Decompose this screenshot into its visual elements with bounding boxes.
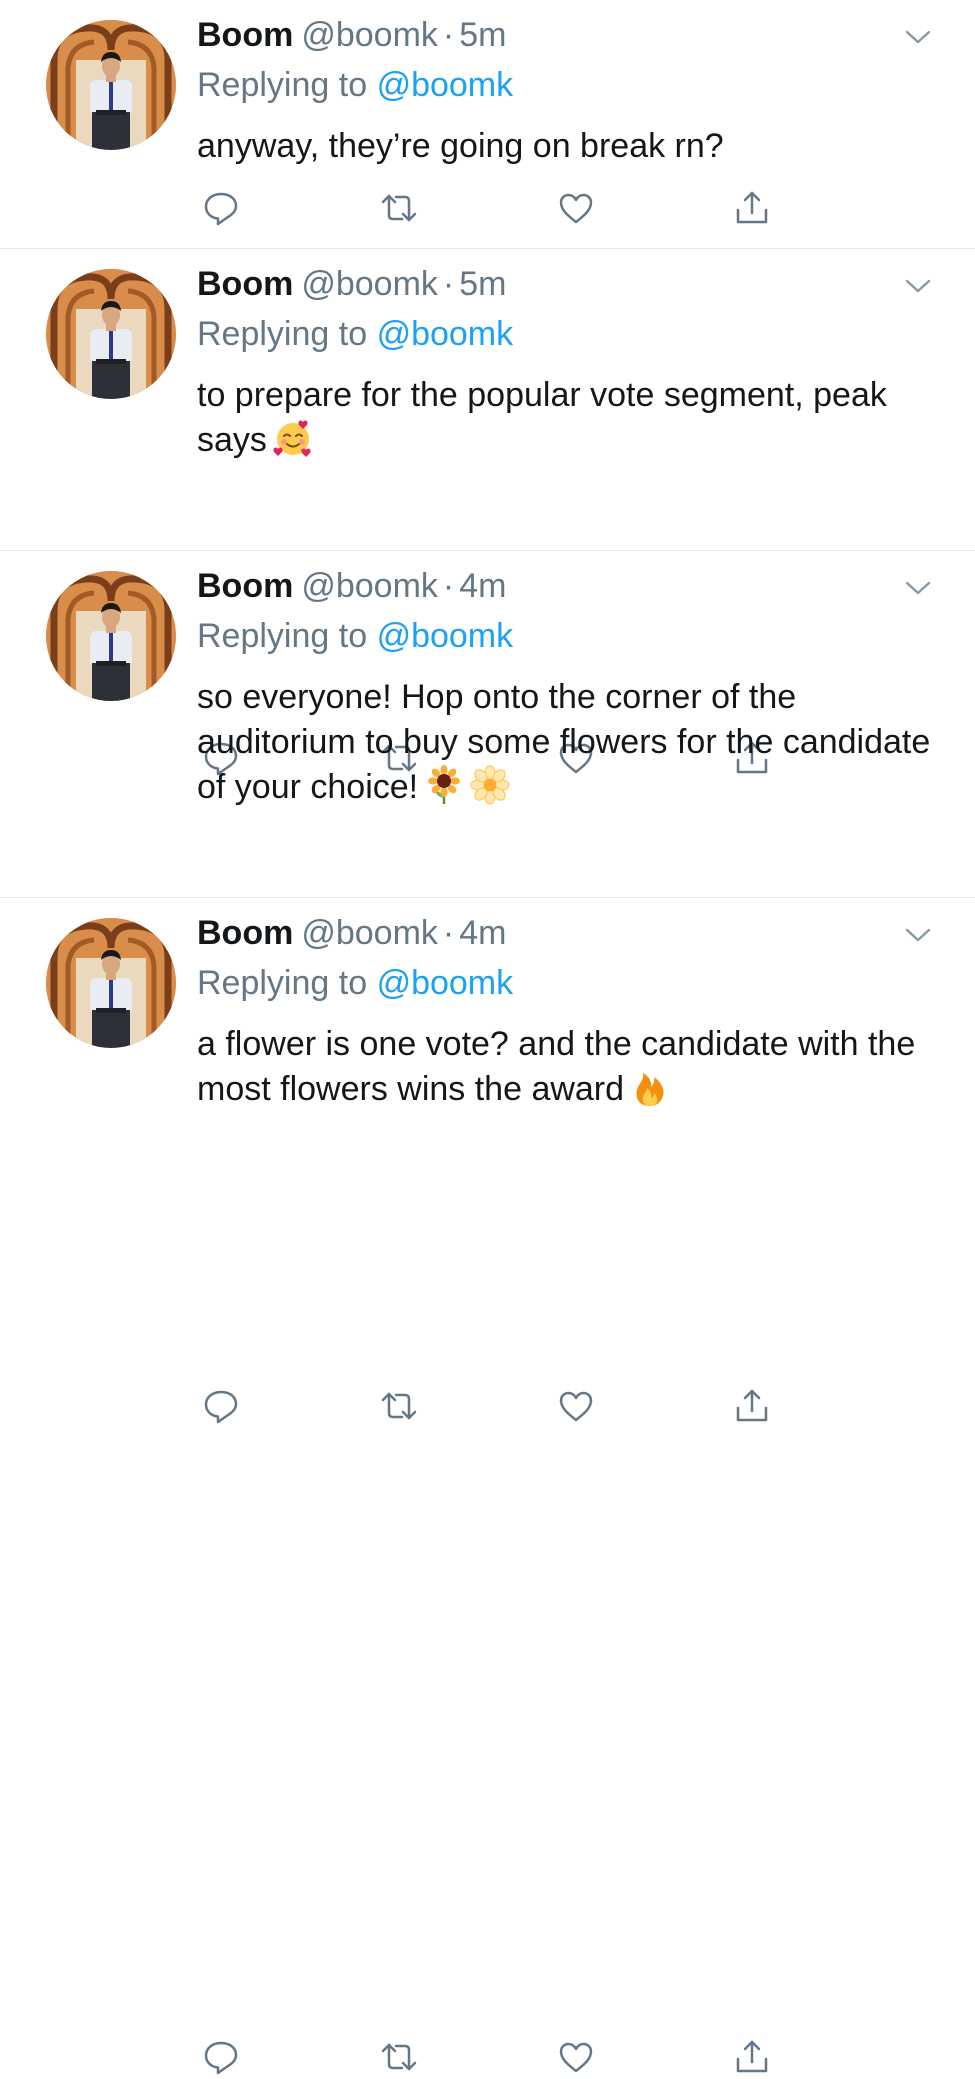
avatar[interactable] [46,20,176,150]
replying-to-label: Replying to [197,964,368,1002]
replying-to-handle[interactable]: @boomk [377,964,514,1002]
display-name[interactable]: Boom [197,265,293,303]
replying-to-handle[interactable]: @boomk [377,66,514,104]
share-button[interactable] [730,1384,774,1428]
action-bar [197,186,797,230]
tweet[interactable]: Boom @boomk · 5m Replying to @boomk anyway,… [0,0,975,249]
tweet-text-content: so everyone! Hop onto the corner of the … [197,678,931,806]
heart-icon [559,1391,593,1422]
replying-to: Replying to @boomk [197,962,513,1004]
separator: · [442,265,455,303]
share-icon [736,2040,768,2073]
timestamp[interactable]: 4m [459,914,506,952]
separator: · [442,914,455,952]
replying-to: Replying to @boomk [197,615,513,657]
retweet-button[interactable] [377,2035,421,2079]
share-button[interactable] [730,186,774,230]
chevron-down-icon[interactable] [903,22,933,52]
reply-button[interactable] [199,1384,243,1428]
reply-icon [204,2041,238,2075]
timestamp[interactable]: 4m [459,567,506,605]
replying-to: Replying to @boomk [197,64,513,106]
replying-to-handle[interactable]: @boomk [377,617,514,655]
separator: · [442,567,455,605]
tweet-text: so everyone! Hop onto the corner of the … [197,675,937,810]
tweet-header: Boom @boomk · 5m [197,263,506,305]
retweet-icon [381,1392,417,1420]
display-name[interactable]: Boom [197,567,293,605]
share-icon [736,1389,768,1422]
tweet-text: a flower is one vote? and the candidate … [197,1022,937,1112]
chevron-down-icon[interactable] [903,573,933,603]
separator: · [442,16,455,54]
fire-emoji [630,1067,670,1107]
heart-icon [559,2042,593,2073]
replying-to-label: Replying to [197,315,368,353]
heart-icon [559,193,593,224]
user-handle[interactable]: @boomk [301,16,438,54]
tweet-header: Boom @boomk · 5m [197,14,506,56]
replying-to-handle[interactable]: @boomk [377,315,514,353]
tweet-text: anyway, they’re going on break rn? [197,124,937,169]
like-button[interactable] [554,186,598,230]
avatar[interactable] [46,571,176,701]
replying-to: Replying to @boomk [197,313,513,355]
avatar[interactable] [46,918,176,1048]
retweet-icon [381,194,417,222]
tweet[interactable]: Boom @boomk · 4m Replying to @boomk so ever… [0,551,975,1424]
blossom-emoji [470,765,510,805]
timestamp[interactable]: 5m [459,265,506,303]
action-bar [197,2035,797,2079]
timestamp[interactable]: 5m [459,16,506,54]
replying-to-label: Replying to [197,66,368,104]
chevron-down-icon[interactable] [903,271,933,301]
reply-icon [204,192,238,226]
reply-button[interactable] [199,2035,243,2079]
replying-to-label: Replying to [197,617,368,655]
like-button[interactable] [554,2035,598,2079]
chevron-down-icon[interactable] [903,920,933,950]
tweet-text-content: anyway, they’re going on break rn? [197,127,724,165]
share-icon [736,191,768,224]
action-bar [197,1384,797,1428]
user-handle[interactable]: @boomk [301,914,438,952]
reply-button[interactable] [199,186,243,230]
tweet-header: Boom @boomk · 4m [197,565,506,607]
smiling-face-with-hearts-emoji [273,418,313,458]
like-button[interactable] [554,1384,598,1428]
display-name[interactable]: Boom [197,16,293,54]
reply-icon [204,1390,238,1424]
user-handle[interactable]: @boomk [301,567,438,605]
tweet-text-content: a flower is one vote? and the candidate … [197,1025,916,1108]
avatar[interactable] [46,269,176,399]
tweet-text: to prepare for the popular vote segment,… [197,373,937,463]
retweet-button[interactable] [377,186,421,230]
sunflower-emoji [424,765,464,805]
tweet[interactable]: Boom @boomk · 5m Replying to @boomk to prep… [0,249,975,776]
display-name[interactable]: Boom [197,914,293,952]
retweet-button[interactable] [377,1384,421,1428]
user-handle[interactable]: @boomk [301,265,438,303]
retweet-icon [381,2043,417,2071]
tweet-header: Boom @boomk · 4m [197,912,506,954]
tweet[interactable]: Boom @boomk · 4m Replying to @boomk a flowe… [0,898,975,2075]
share-button[interactable] [730,2035,774,2079]
